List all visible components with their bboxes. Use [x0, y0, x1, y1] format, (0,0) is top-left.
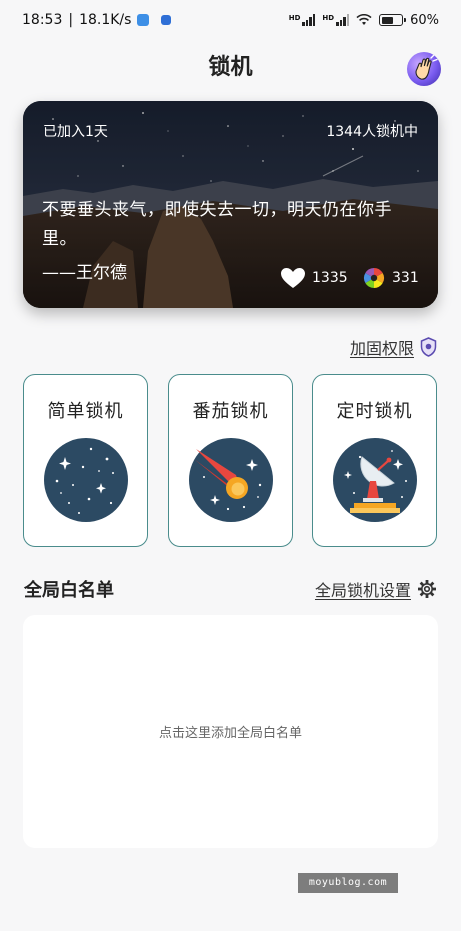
avatar[interactable]	[407, 52, 441, 86]
timed-lock-card[interactable]: 定时锁机	[312, 374, 437, 547]
global-lock-settings-label: 全局锁机设置	[314, 581, 411, 600]
wifi-icon	[356, 14, 372, 25]
reinforce-permissions-link[interactable]: 加固权限	[350, 335, 437, 359]
quote-text: 不要垂头丧气，即使失去一切，明天仍在你手里。	[42, 200, 392, 249]
battery-icon	[379, 14, 407, 26]
share-button[interactable]: 331	[363, 267, 419, 289]
like-count: 1335	[312, 270, 348, 286]
status-right: HD HD 60%	[289, 13, 439, 28]
aperture-icon	[364, 268, 384, 288]
notification-app-icon	[137, 14, 150, 26]
status-left: 18:53 | 18.1K/s	[22, 12, 172, 28]
heart-icon	[281, 268, 305, 288]
shield-icon	[420, 337, 437, 357]
tomato-lock-label: 番茄锁机	[192, 401, 269, 422]
simple-lock-label: 简单锁机	[47, 401, 124, 422]
status-time: 18:53	[22, 12, 63, 28]
status-speed: 18.1K/s	[79, 12, 132, 28]
joined-days: 已加入1天	[43, 124, 108, 140]
like-button[interactable]: 1335	[280, 267, 348, 289]
battery-percent: 60%	[410, 12, 439, 28]
page-title: 锁机	[208, 55, 253, 80]
waving-hand-icon	[415, 54, 438, 80]
whitelist-section-header: 全局白名单 全局锁机设置	[24, 576, 437, 602]
quote-card[interactable]: 已加入1天 1344人锁机中 不要垂头丧气，即使失去一切，明天仍在你手里。 ——…	[23, 101, 438, 308]
comet-icon	[189, 438, 273, 522]
gear-icon	[418, 580, 436, 598]
tomato-lock-card[interactable]: 番茄锁机	[168, 374, 293, 547]
whitelist-add-area[interactable]: 点击这里添加全局白名单	[23, 615, 438, 848]
global-lock-settings-link[interactable]: 全局锁机设置	[315, 577, 437, 601]
share-count: 331	[392, 270, 419, 286]
notification-app-icon	[161, 15, 172, 25]
signal-icon: HD	[322, 14, 350, 26]
timed-lock-label: 定时锁机	[336, 401, 413, 422]
satellite-dish-icon	[333, 438, 417, 522]
whitelist-title: 全局白名单	[24, 580, 114, 601]
simple-lock-card[interactable]: 简单锁机	[23, 374, 148, 547]
reinforce-permissions-label: 加固权限	[349, 339, 414, 358]
quote-author: ——王尔德	[42, 263, 127, 283]
status-divider: |	[68, 12, 74, 28]
locked-user-count: 1344人锁机中	[326, 124, 418, 140]
header: 锁机	[0, 48, 461, 88]
status-bar: 18:53 | 18.1K/s HD HD 60%	[0, 0, 461, 40]
whitelist-empty-hint: 点击这里添加全局白名单	[158, 726, 302, 741]
signal-icon: HD	[289, 14, 316, 26]
watermark: moyublog.com	[298, 873, 398, 893]
stars-icon	[44, 438, 128, 522]
